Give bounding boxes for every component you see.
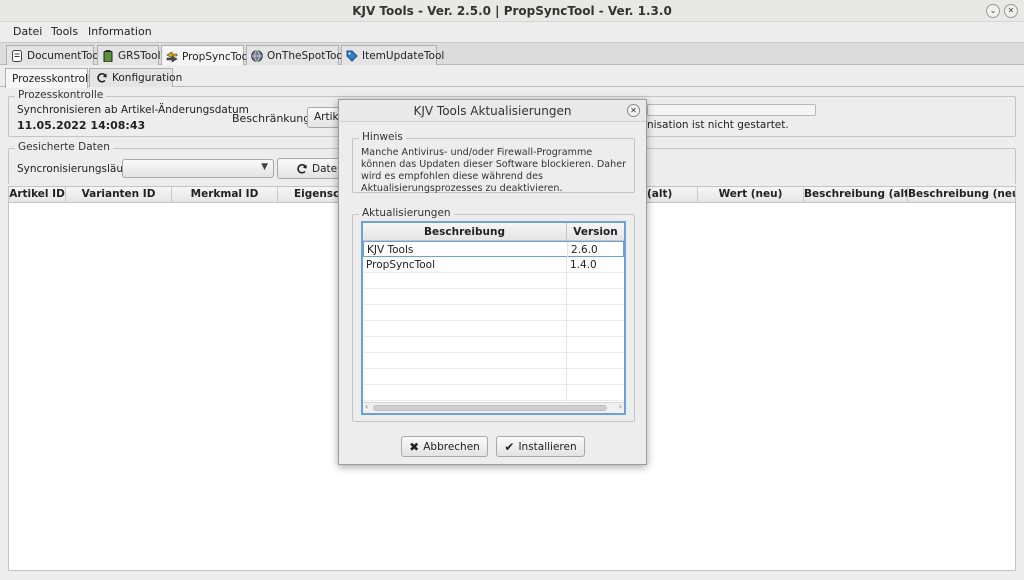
empty-row	[363, 353, 624, 369]
update-dialog: KJV Tools Aktualisierungen ✕ Hinweis Man…	[338, 99, 647, 465]
sync-label: Synchronisieren ab Artikel-Änderungsdatu…	[17, 104, 249, 116]
menu-tools[interactable]: Tools	[51, 25, 78, 38]
column-header[interactable]: Wert (neu)	[698, 187, 804, 202]
runs-label: Syncronisierungsläufe:	[17, 163, 137, 175]
globe-icon	[251, 50, 263, 62]
tab-label: OnTheSpotTool	[267, 50, 346, 62]
battery-icon	[102, 50, 114, 63]
updates-table[interactable]: Beschreibung Version KJV Tools 2.6.0 Pro…	[361, 221, 626, 415]
cancel-label: Abbrechen	[423, 440, 480, 453]
column-header[interactable]: Eigenscha	[278, 187, 342, 202]
sync-arrows-icon	[166, 50, 178, 63]
tab-propsynctool[interactable]: PropSyncTool	[161, 45, 251, 67]
minimize-icon[interactable]: ⌄	[986, 4, 1000, 18]
data-refresh-button[interactable]: Daten	[277, 158, 344, 179]
tab-grstool[interactable]: GRSTool	[97, 45, 161, 66]
column-header[interactable]: Merkmal ID	[172, 187, 278, 202]
tab-konfiguration[interactable]: Konfiguration	[89, 68, 182, 87]
runs-select[interactable]: ▼	[122, 159, 274, 178]
table-row[interactable]: KJV Tools 2.6.0	[363, 241, 624, 258]
tab-onthespottool[interactable]: OnTheSpotTool	[246, 45, 346, 66]
tab-label: GRSTool	[118, 50, 161, 62]
empty-row	[363, 385, 624, 401]
menu-information[interactable]: Information	[88, 25, 152, 38]
scrollbar-thumb[interactable]	[373, 405, 607, 411]
restriction-label: Beschränkung	[232, 112, 311, 125]
subtab-label: Konfiguration	[112, 72, 183, 84]
empty-row	[363, 321, 624, 337]
close-icon[interactable]: ✕	[627, 104, 640, 117]
document-icon	[11, 50, 23, 62]
table-row[interactable]: PropSyncTool 1.4.0	[363, 257, 624, 273]
empty-row	[363, 369, 624, 385]
updates-table-header: Beschreibung Version	[363, 223, 624, 241]
sync-datetime: 11.05.2022 14:08:43	[17, 119, 146, 132]
cancel-button[interactable]: ✖ Abbrechen	[401, 436, 488, 457]
check-icon: ✔	[504, 439, 515, 454]
dialog-title: KJV Tools Aktualisierungen	[339, 100, 646, 122]
refresh-icon	[96, 72, 108, 84]
close-window-icon[interactable]: ✕	[1004, 4, 1018, 18]
subtab-label: Prozesskontrolle	[12, 72, 98, 85]
horizontal-scrollbar[interactable]: ‹ ›	[363, 402, 624, 413]
install-button[interactable]: ✔ Installieren	[496, 436, 585, 457]
restriction-select[interactable]: Artike	[307, 107, 341, 128]
close-x-icon: ✖	[409, 439, 420, 454]
scroll-right-icon[interactable]: ›	[619, 402, 622, 411]
notice-text: Manche Antivirus- und/oder Firewall-Prog…	[361, 147, 627, 194]
window-titlebar: KJV Tools - Ver. 2.5.0 | PropSyncTool - …	[0, 0, 1024, 22]
updates-legend: Aktualisierungen	[359, 207, 454, 219]
column-header[interactable]: Beschreibung (neu)	[908, 187, 1015, 202]
column-header[interactable]: Artikel ID	[9, 187, 66, 202]
tab-itemupdatetool[interactable]: ItemUpdateTool	[341, 45, 444, 66]
restriction-value: Artike	[314, 111, 340, 123]
row-description: PropSyncTool	[363, 257, 567, 273]
status-text: nisation ist nicht gestartet.	[647, 119, 789, 131]
tab-label: ItemUpdateTool	[362, 50, 445, 62]
empty-row	[363, 337, 624, 353]
notice-panel: Hinweis Manche Antivirus- und/oder Firew…	[352, 131, 635, 194]
chevron-down-icon: ▼	[261, 162, 268, 172]
column-header[interactable]: (alt)	[642, 187, 698, 202]
sub-tabstrip: Prozesskontrolle Konfiguration	[0, 65, 1024, 88]
row-description: KJV Tools	[364, 242, 568, 258]
gesicherte-daten-legend: Gesicherte Daten	[15, 141, 113, 153]
column-header-beschreibung[interactable]: Beschreibung	[363, 223, 567, 241]
column-header-version[interactable]: Version	[567, 223, 624, 241]
column-header[interactable]: Varianten ID	[66, 187, 172, 202]
empty-row	[363, 289, 624, 305]
progress-bar	[647, 104, 816, 116]
scroll-left-icon[interactable]: ‹	[365, 402, 368, 411]
column-header[interactable]: Beschreibung (alt)	[804, 187, 908, 202]
empty-row	[363, 273, 624, 289]
tab-documenttool[interactable]: DocumentTool	[6, 45, 102, 66]
empty-row	[363, 305, 624, 321]
tag-icon	[346, 50, 358, 62]
menu-bar: Datei Tools Information	[0, 22, 1024, 42]
menu-datei[interactable]: Datei	[13, 25, 42, 38]
notice-legend: Hinweis	[359, 131, 406, 143]
window-title: KJV Tools - Ver. 2.5.0 | PropSyncTool - …	[352, 4, 672, 18]
row-version: 1.4.0	[570, 259, 597, 271]
prozesskontrolle-legend: Prozesskontrolle	[15, 89, 107, 101]
tab-label: PropSyncTool	[182, 50, 252, 63]
install-label: Installieren	[518, 440, 577, 453]
tab-label: DocumentTool	[27, 50, 102, 62]
refresh-icon	[296, 163, 308, 175]
tool-tabstrip: DocumentTool GRSTool PropSyncTool OnTheS…	[0, 42, 1024, 67]
tab-prozesskontrolle[interactable]: Prozesskontrolle	[5, 68, 97, 88]
row-version: 2.6.0	[571, 244, 598, 256]
